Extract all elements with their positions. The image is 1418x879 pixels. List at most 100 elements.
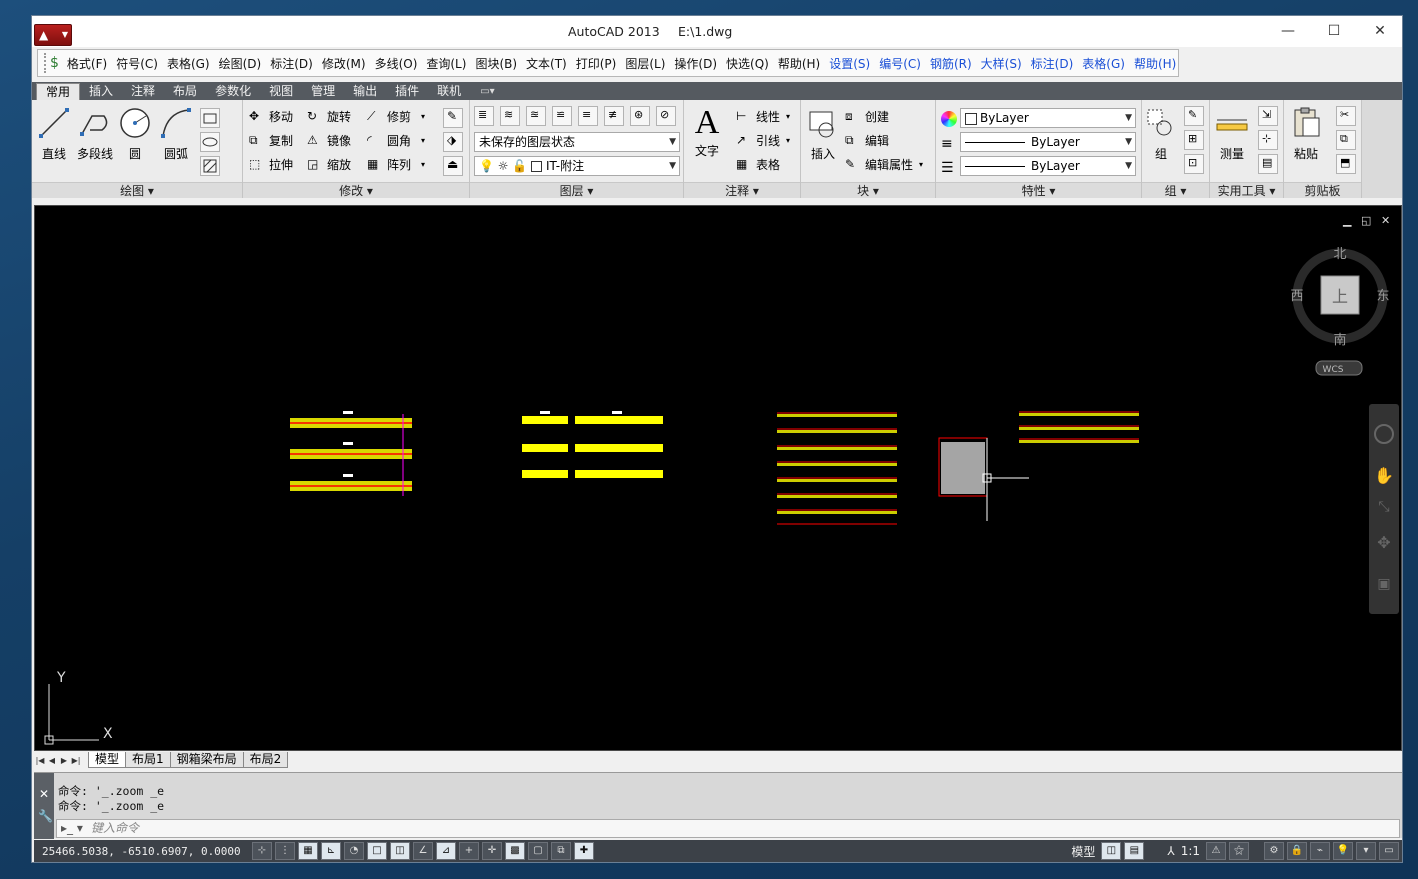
- insert-block-button[interactable]: 插入: [805, 106, 841, 162]
- tab-parametric[interactable]: 参数化: [206, 83, 260, 100]
- select-all-button[interactable]: ⊹: [1258, 130, 1278, 150]
- panel-clipboard-title[interactable]: 剪贴板: [1284, 182, 1361, 198]
- next-tab-icon[interactable]: ▶: [58, 756, 70, 765]
- menu-modify[interactable]: 修改(M): [322, 55, 366, 72]
- paste-button[interactable]: 粘贴: [1288, 106, 1324, 162]
- tab-view[interactable]: 视图: [260, 83, 302, 100]
- layer-walk-button[interactable]: ⊘: [656, 106, 676, 126]
- ribbon-minimize-icon[interactable]: ▭▾: [480, 83, 494, 100]
- array-button[interactable]: ▦ 阵列 ▾: [367, 156, 425, 173]
- command-window-handle[interactable]: ✕ 🔧: [34, 773, 54, 839]
- cut-button[interactable]: ✂: [1336, 106, 1356, 126]
- tab-manage[interactable]: 管理: [302, 83, 344, 100]
- leader-button[interactable]: ↗ 引线 ▾: [736, 132, 790, 149]
- model-space-label[interactable]: 模型: [1071, 843, 1095, 860]
- copy-button[interactable]: ⧉ 复制: [249, 132, 293, 149]
- dyn-toggle[interactable]: +: [459, 842, 479, 860]
- tab-plugins[interactable]: 插件: [386, 83, 428, 100]
- match-properties-button[interactable]: ⬒: [1336, 154, 1356, 174]
- close-command-icon[interactable]: ✕: [39, 787, 49, 801]
- transparency-toggle[interactable]: ▩: [505, 842, 525, 860]
- polyline-button[interactable]: 多段线: [74, 106, 116, 162]
- panel-annotation-title[interactable]: 注释 ▾: [684, 182, 800, 198]
- layer-freeze-button[interactable]: ≡: [578, 106, 598, 126]
- menu-help-2[interactable]: 帮助(H): [1134, 55, 1176, 72]
- tab-output[interactable]: 输出: [344, 83, 386, 100]
- auto-scale-toggle[interactable]: ⚝: [1229, 842, 1249, 860]
- circle-button[interactable]: 圆: [118, 106, 152, 162]
- menu-detail[interactable]: 大样(S): [981, 55, 1022, 72]
- minimize-button[interactable]: —: [1265, 16, 1311, 47]
- isolate-objects-icon[interactable]: 💡: [1333, 842, 1353, 860]
- fillet-button[interactable]: ◜ 圆角 ▾: [367, 132, 425, 149]
- pan-icon[interactable]: ✋: [1374, 466, 1394, 485]
- quick-view-layouts-button[interactable]: ◫: [1101, 842, 1122, 860]
- layer-state-select[interactable]: 未保存的图层状态 ▼: [474, 132, 680, 152]
- annotation-visibility-toggle[interactable]: ⚠: [1206, 842, 1226, 860]
- color-select[interactable]: ByLayer ▼: [960, 108, 1136, 128]
- explode-button[interactable]: ⬗: [443, 132, 463, 152]
- ellipse-button[interactable]: [200, 132, 220, 152]
- layer-isolate-button[interactable]: ≌: [552, 106, 572, 126]
- tab-layout2[interactable]: 布局2: [242, 752, 289, 768]
- maximize-button[interactable]: ☐: [1311, 16, 1357, 47]
- command-input[interactable]: ▸_ ▾ 键入命令: [56, 819, 1400, 838]
- layer-properties-button[interactable]: ≣: [474, 106, 494, 126]
- scale-button[interactable]: ◲ 缩放: [307, 156, 351, 173]
- menu-dimension[interactable]: 标注(D): [270, 55, 313, 72]
- panel-layers-title[interactable]: 图层 ▾: [470, 182, 683, 198]
- hatch-button[interactable]: [200, 156, 220, 176]
- tab-layout1[interactable]: 布局1: [125, 752, 171, 768]
- clean-screen-icon[interactable]: ▭: [1379, 842, 1399, 860]
- rectangle-button[interactable]: [200, 108, 220, 128]
- snap-toggle[interactable]: ⋮: [275, 842, 295, 860]
- tab-steel-box-girder[interactable]: 钢箱梁布局: [169, 752, 244, 768]
- quick-view-drawings-button[interactable]: ▤: [1124, 842, 1145, 860]
- viewcube[interactable]: 上: [1292, 248, 1388, 344]
- calculator-button[interactable]: ▤: [1258, 154, 1278, 174]
- menu-block[interactable]: 图块(B): [475, 55, 517, 72]
- layer-match-button[interactable]: ⊛: [630, 106, 650, 126]
- selection-cycling-toggle[interactable]: ⧉: [551, 842, 571, 860]
- viewcube-south[interactable]: 南: [1333, 332, 1346, 348]
- group-select-button[interactable]: ⊡: [1184, 154, 1204, 174]
- panel-modify-title[interactable]: 修改 ▾: [243, 182, 469, 198]
- layer-off-button[interactable]: ≊: [526, 106, 546, 126]
- tool-menu-icon[interactable]: $: [50, 55, 59, 71]
- drawing-canvas[interactable]: ▁ ◱ ✕ 上 北 南 东 西 WCS ✋ ⤡ ✥ ▣ Y X: [34, 205, 1402, 751]
- layer-lock-button[interactable]: ≢: [604, 106, 624, 126]
- menu-symbol[interactable]: 符号(C): [116, 55, 158, 72]
- panel-block-title[interactable]: 块 ▾: [801, 182, 935, 198]
- toolbar-lock-icon[interactable]: 🔒: [1287, 842, 1307, 860]
- linear-dim-button[interactable]: ⊢ 线性 ▾: [736, 108, 790, 125]
- viewcube-west[interactable]: 西: [1290, 289, 1303, 304]
- first-tab-icon[interactable]: |◀: [34, 756, 46, 765]
- menu-format[interactable]: 格式(F): [67, 55, 107, 72]
- menu-table[interactable]: 表格(G): [167, 55, 210, 72]
- lineweight-select[interactable]: ByLayer ▼: [960, 132, 1136, 152]
- layer-states-button[interactable]: ≋: [500, 106, 520, 126]
- coordinates-readout[interactable]: 25466.5038, -6510.6907, 0.0000: [34, 845, 252, 858]
- menu-numbering[interactable]: 编号(C): [879, 55, 921, 72]
- otrack-toggle[interactable]: ∠: [413, 842, 433, 860]
- lineweight-icon[interactable]: ≡: [941, 136, 953, 152]
- menu-plot[interactable]: 打印(P): [576, 55, 617, 72]
- annotation-monitor-toggle[interactable]: ✚: [574, 842, 594, 860]
- tab-model[interactable]: 模型: [88, 752, 127, 768]
- application-menu-button[interactable]: ▲ ▼: [34, 24, 72, 46]
- close-button[interactable]: ✕: [1357, 16, 1403, 47]
- trim-button[interactable]: ⟋ 修剪 ▾: [367, 108, 425, 125]
- menu-rebar[interactable]: 钢筋(R): [930, 55, 972, 72]
- customize-icon[interactable]: 🔧: [38, 809, 53, 823]
- copy-clip-button[interactable]: ⧉: [1336, 130, 1356, 150]
- menu-settings[interactable]: 设置(S): [829, 55, 870, 72]
- menu-text[interactable]: 文本(T): [526, 55, 567, 72]
- move-button[interactable]: ✥ 移动: [249, 108, 293, 125]
- text-button[interactable]: A 文字: [688, 106, 726, 159]
- osnap-toggle[interactable]: □: [367, 842, 387, 860]
- menu-layer[interactable]: 图层(L): [625, 55, 665, 72]
- mirror-button[interactable]: ⚠ 镜像: [307, 132, 351, 149]
- edit-block-button[interactable]: ⧉ 编辑: [845, 132, 889, 149]
- tab-online[interactable]: 联机: [428, 83, 470, 100]
- tab-insert[interactable]: 插入: [80, 83, 122, 100]
